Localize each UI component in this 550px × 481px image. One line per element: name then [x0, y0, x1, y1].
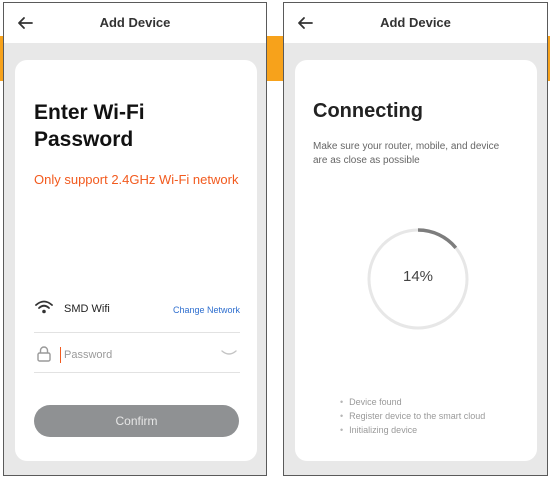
top-bar: Add Device: [4, 3, 266, 43]
connecting-heading: Connecting: [313, 100, 423, 122]
connecting-instructions: Make sure your router, mobile, and devic…: [313, 141, 500, 166]
wifi-icon: [35, 300, 53, 314]
wifi-form-card: Enter Wi-Fi Password Only support 2.4GHz…: [15, 60, 257, 461]
divider: [34, 372, 240, 373]
eye-hidden-icon[interactable]: [221, 350, 237, 358]
enter-wifi-heading: Enter Wi-Fi Password: [34, 101, 145, 151]
page-title: Add Device: [99, 15, 171, 30]
divider: [34, 332, 240, 333]
page-title: Add Device: [380, 15, 451, 30]
frequency-warning: Only support 2.4GHz Wi-Fi network: [34, 172, 239, 187]
phone-screen-connecting: Add Device Connecting Make sure your rou…: [283, 2, 548, 476]
top-bar: Add Device: [284, 3, 547, 43]
confirm-button[interactable]: Confirm: [34, 405, 239, 437]
phone-screen-enter-wifi: Add Device Enter Wi-Fi Password Only sup…: [3, 2, 267, 476]
lock-icon: [37, 346, 51, 362]
wifi-network-name: SMD Wifi: [64, 303, 110, 315]
connection-steps-list: Device found Register device to the smar…: [340, 395, 485, 437]
step-item: Initializing device: [340, 423, 485, 437]
connecting-card: Connecting Make sure your router, mobile…: [295, 60, 537, 461]
change-network-link[interactable]: Change Network: [173, 305, 240, 315]
password-input[interactable]: [60, 347, 190, 363]
progress-percentage: 14%: [402, 268, 434, 285]
step-item: Device found: [340, 395, 485, 409]
step-item: Register device to the smart cloud: [340, 409, 485, 423]
